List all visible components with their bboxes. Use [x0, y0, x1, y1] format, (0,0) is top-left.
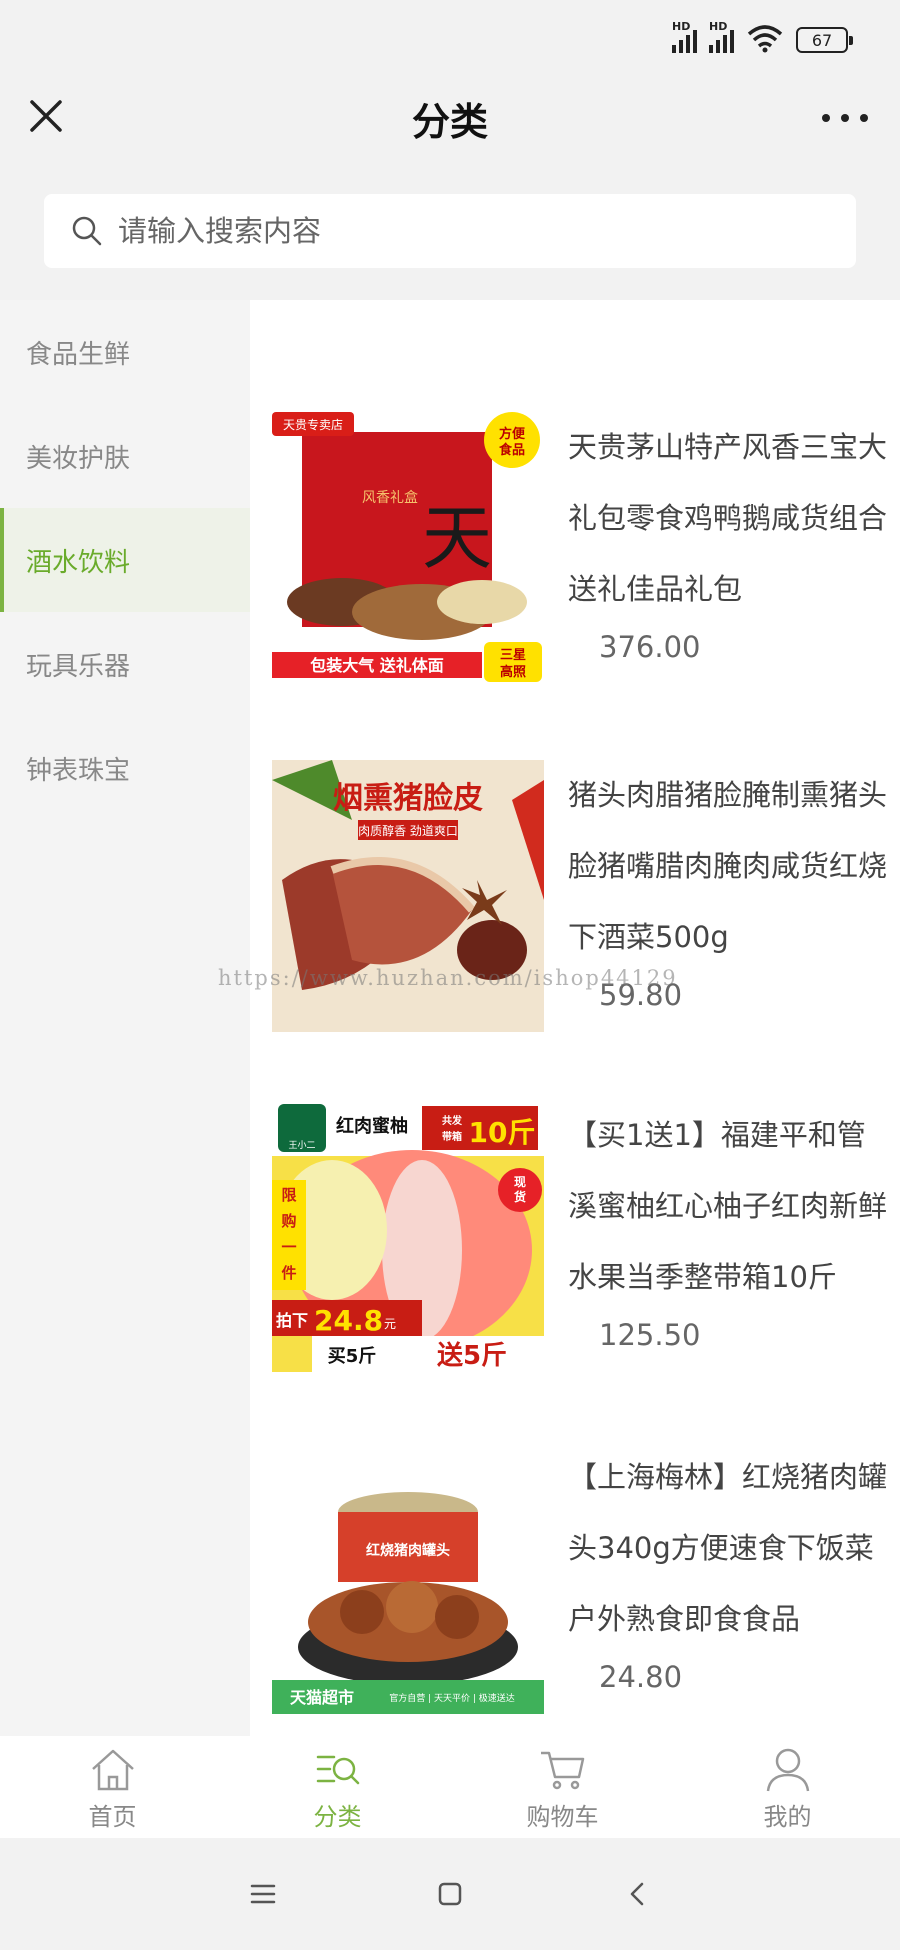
signal-icon: HD: [709, 20, 734, 53]
svg-text:带箱: 带箱: [442, 1130, 462, 1143]
price-label: 拍下: [276, 1311, 308, 1330]
product-image[interactable]: 王小二 红肉蜜柚 共发 带箱 10斤 限 购 一 件 现 货 拍下 24.8 元…: [272, 1100, 544, 1372]
svg-text:购: 购: [281, 1212, 296, 1230]
search-icon: [72, 216, 102, 246]
status-bar: HD HD 67: [0, 0, 900, 70]
svg-text:现: 现: [514, 1175, 526, 1189]
category-label: 酒水饮料: [26, 547, 131, 578]
battery-level: 67: [811, 30, 833, 50]
weight-label: 10斤: [469, 1116, 536, 1149]
home-button[interactable]: [425, 1869, 475, 1919]
product-list: 天贵专卖店 方便 食品 风香礼盒 天 包装大气 送礼体面 三星 高照 天贵茅山特…: [250, 300, 900, 1736]
svg-text:共发: 共发: [442, 1114, 463, 1127]
status-icons: HD HD 67: [672, 20, 853, 53]
tab-home[interactable]: 首页: [0, 1736, 225, 1838]
bottom-tabbar: 首页 分类 购物车 我的: [0, 1736, 900, 1838]
user-icon: [766, 1748, 809, 1791]
hd-label: HD: [672, 20, 691, 33]
tab-label: 分类: [313, 1802, 362, 1831]
category-label: 钟表珠宝: [26, 755, 131, 786]
square-icon: [438, 1882, 462, 1906]
search-input[interactable]: [118, 214, 798, 248]
promo-buy: 买5斤: [328, 1346, 377, 1367]
image-subtitle: 肉质醇香 劲道爽口: [358, 823, 458, 838]
system-nav-bar: [0, 1838, 900, 1950]
more-button[interactable]: [822, 96, 868, 140]
category-sidebar: 食品生鲜 美妆护肤 酒水饮料 玩具乐器 钟表珠宝: [0, 300, 250, 1736]
page-title: 分类: [411, 99, 488, 144]
tab-category[interactable]: 分类: [225, 1736, 450, 1838]
product-price: 376.00: [599, 630, 701, 664]
category-item-beauty[interactable]: 美妆护肤: [0, 404, 250, 508]
banner-label: 包装大气 送礼体面: [310, 656, 444, 675]
back-icon: [630, 1882, 643, 1906]
home-icon: [91, 1749, 134, 1790]
watermark: https://www.huzhan.com/ishop44129: [218, 966, 678, 990]
category-item-toys[interactable]: 玩具乐器: [0, 612, 250, 716]
product-name[interactable]: 【买1送1】福建平和管溪蜜柚红心柚子红肉新鲜水果当季整带箱10斤: [568, 1100, 888, 1313]
wifi-icon: [747, 25, 783, 53]
image-title: 烟熏猪脸皮: [333, 781, 483, 816]
close-button[interactable]: [24, 94, 68, 138]
tab-label: 我的: [763, 1802, 812, 1831]
close-icon: [30, 100, 62, 132]
product-image[interactable]: 天贵专卖店 方便 食品 风香礼盒 天 包装大气 送礼体面 三星 高照: [272, 412, 544, 684]
nav-bar: 分类: [0, 70, 900, 166]
price-unit: 元: [384, 1317, 396, 1331]
menu-button[interactable]: [238, 1869, 288, 1919]
tab-label: 购物车: [526, 1802, 599, 1831]
signal-icon: HD: [672, 20, 697, 53]
back-button[interactable]: [612, 1869, 662, 1919]
product-name[interactable]: 天贵茅山特产风香三宝大礼包零食鸡鸭鹅咸货组合送礼佳品礼包: [568, 412, 888, 625]
category-item-food[interactable]: 食品生鲜: [0, 300, 250, 404]
svg-text:天: 天: [422, 497, 492, 579]
box-label: 风香礼盒: [362, 489, 418, 506]
category-search-icon: [316, 1755, 359, 1784]
product-name[interactable]: 猪头肉腊猪脸腌制熏猪头脸猪嘴腊肉腌肉咸货红烧下酒菜500g: [568, 760, 888, 973]
can-label: 红烧猪肉罐头: [366, 1542, 450, 1559]
hd-label: HD: [709, 20, 728, 33]
cart-icon: [540, 1751, 584, 1789]
svg-text:货: 货: [514, 1189, 526, 1204]
product-card[interactable]: 王小二 红肉蜜柚 共发 带箱 10斤 限 购 一 件 现 货 拍下 24.8 元…: [272, 1100, 892, 1390]
category-label: 美妆护肤: [26, 443, 131, 474]
svg-text:三星: 三星: [500, 648, 526, 663]
product-image[interactable]: 烟熏猪脸皮 肉质醇香 劲道爽口: [272, 760, 544, 1032]
product-price: 24.80: [599, 1660, 683, 1694]
product-card[interactable]: 烟熏猪脸皮 肉质醇香 劲道爽口 猪头肉腊猪脸腌制熏猪头脸猪嘴腊肉腌肉咸货红烧下酒…: [272, 760, 892, 1050]
svg-text:限: 限: [281, 1186, 296, 1204]
product-name[interactable]: 【上海梅林】红烧猪肉罐头340g方便速食下饭菜户外熟食即食食品: [568, 1442, 888, 1655]
battery-icon: 67: [796, 27, 853, 53]
svg-text:方便: 方便: [499, 426, 526, 442]
svg-text:食品: 食品: [499, 442, 525, 458]
search-bar[interactable]: [44, 194, 856, 268]
tab-cart[interactable]: 购物车: [450, 1736, 675, 1838]
svg-text:一: 一: [281, 1238, 296, 1256]
promo-get: 送5斤: [437, 1341, 507, 1371]
product-price: 125.50: [599, 1318, 701, 1352]
product-card[interactable]: 天贵专卖店 方便 食品 风香礼盒 天 包装大气 送礼体面 三星 高照 天贵茅山特…: [272, 412, 892, 702]
category-label: 食品生鲜: [26, 339, 131, 370]
brand-label: 王小二: [288, 1140, 315, 1151]
svg-text:高照: 高照: [500, 664, 526, 680]
category-label: 玩具乐器: [26, 651, 131, 682]
tab-label: 首页: [88, 1802, 137, 1831]
svg-text:件: 件: [281, 1264, 296, 1282]
price-value: 24.8: [314, 1304, 383, 1337]
category-item-drinks[interactable]: 酒水饮料: [0, 508, 250, 612]
tab-me[interactable]: 我的: [675, 1736, 900, 1838]
more-icon: [822, 114, 830, 122]
store-label: 天猫超市: [290, 1688, 354, 1707]
menu-icon: [251, 1884, 276, 1904]
category-item-jewelry[interactable]: 钟表珠宝: [0, 716, 250, 820]
product-image[interactable]: 红烧猪肉罐头 天猫超市 官方自营 | 天天平价 | 极速送达: [272, 1442, 544, 1714]
store-badge: 天贵专卖店: [283, 417, 343, 432]
badges-label: 官方自营 | 天天平价 | 极速送达: [389, 1692, 515, 1704]
image-title: 红肉蜜柚: [336, 1115, 408, 1137]
product-card[interactable]: 红烧猪肉罐头 天猫超市 官方自营 | 天天平价 | 极速送达 【上海梅林】红烧猪…: [272, 1442, 892, 1732]
